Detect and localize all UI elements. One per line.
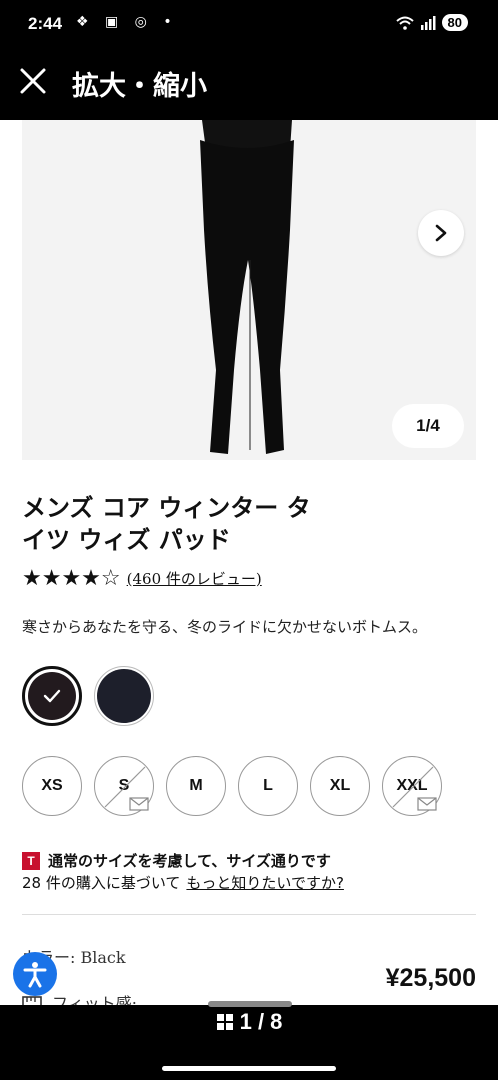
price: ¥25,500 xyxy=(385,964,476,992)
size-s[interactable]: S xyxy=(94,756,154,816)
size-xxl[interactable]: XXL xyxy=(382,756,442,816)
accessibility-button[interactable] xyxy=(13,952,57,996)
rating: ★★★★☆ (460 件のレビュー) xyxy=(22,566,262,591)
page-indicator[interactable]: 1 / 8 xyxy=(0,1009,498,1035)
fit-badge: T xyxy=(22,851,40,870)
size-xl[interactable]: XL xyxy=(310,756,370,816)
battery-indicator: 80 xyxy=(441,14,468,31)
color-swatches xyxy=(22,666,154,726)
fit-summary: T 通常のサイズを考慮して、サイズ通りです xyxy=(22,850,331,871)
product-image[interactable]: 1/4 xyxy=(22,120,476,460)
notification-icons: ❖ ▣ ◎ • xyxy=(76,14,178,30)
mail-icon xyxy=(129,797,149,811)
swatch-navy[interactable] xyxy=(94,666,154,726)
fit-label-text: フィット感: xyxy=(52,994,138,1005)
size-label: XL xyxy=(329,777,351,794)
size-selector: XS S M L XL XXL xyxy=(22,756,442,816)
page-number: 1 / 8 xyxy=(239,1009,283,1034)
size-label: M xyxy=(189,777,203,794)
page-title: 拡大・縮小 xyxy=(72,71,207,102)
status-time: 2:44 xyxy=(28,14,63,33)
scroll-handle[interactable] xyxy=(208,1001,292,1007)
swatch-black-fill xyxy=(28,672,76,720)
zoom-header: 拡大・縮小 xyxy=(0,50,498,112)
wifi-icon xyxy=(395,16,414,30)
status-bar: 2:44 ❖ ▣ ◎ • 80 xyxy=(0,0,498,50)
next-image-button[interactable] xyxy=(418,210,464,256)
fit-learn-more-link[interactable]: もっと知りたいですか? xyxy=(186,874,344,892)
reviews-link[interactable]: (460 件のレビュー) xyxy=(127,568,262,589)
size-m[interactable]: M xyxy=(166,756,226,816)
chevron-right-icon xyxy=(435,224,447,242)
product-description: 寒さからあなたを守る、冬のライドに欠かせないボトムス。 xyxy=(22,618,428,636)
close-button[interactable] xyxy=(16,64,50,98)
checkmark-icon xyxy=(43,689,61,703)
close-icon xyxy=(20,68,46,94)
fit-summary-text: 通常のサイズを考慮して、サイズ通りです xyxy=(48,852,331,870)
fit-basis: 28 件の購入に基づいて もっと知りたいですか? xyxy=(22,872,344,893)
image-counter: 1/4 xyxy=(392,404,464,448)
size-label: L xyxy=(263,777,273,794)
grid-icon xyxy=(216,1014,233,1030)
divider xyxy=(22,914,476,915)
system-icons: 80 xyxy=(395,14,468,31)
size-label: XS xyxy=(41,777,63,794)
mail-icon xyxy=(417,797,437,811)
size-xs[interactable]: XS xyxy=(22,756,82,816)
product-title: メンズ コア ウィンター タイツ ウィズ パッド xyxy=(22,494,311,554)
ruler-icon xyxy=(22,996,42,1005)
fit-basis-text: 28 件の購入に基づいて xyxy=(22,874,181,892)
swatch-black[interactable] xyxy=(22,666,82,726)
size-l[interactable]: L xyxy=(238,756,298,816)
accessibility-icon xyxy=(23,962,47,988)
signal-icon xyxy=(420,15,436,30)
home-indicator[interactable] xyxy=(162,1066,336,1071)
swatch-navy-fill xyxy=(97,669,151,723)
bottom-bar: 1 / 8 xyxy=(0,1001,498,1080)
rating-stars: ★★★★☆ xyxy=(22,566,121,591)
zoomed-page[interactable]: 1/4 メンズ コア ウィンター タイツ ウィズ パッド ★★★★☆ (460 … xyxy=(0,120,498,1005)
